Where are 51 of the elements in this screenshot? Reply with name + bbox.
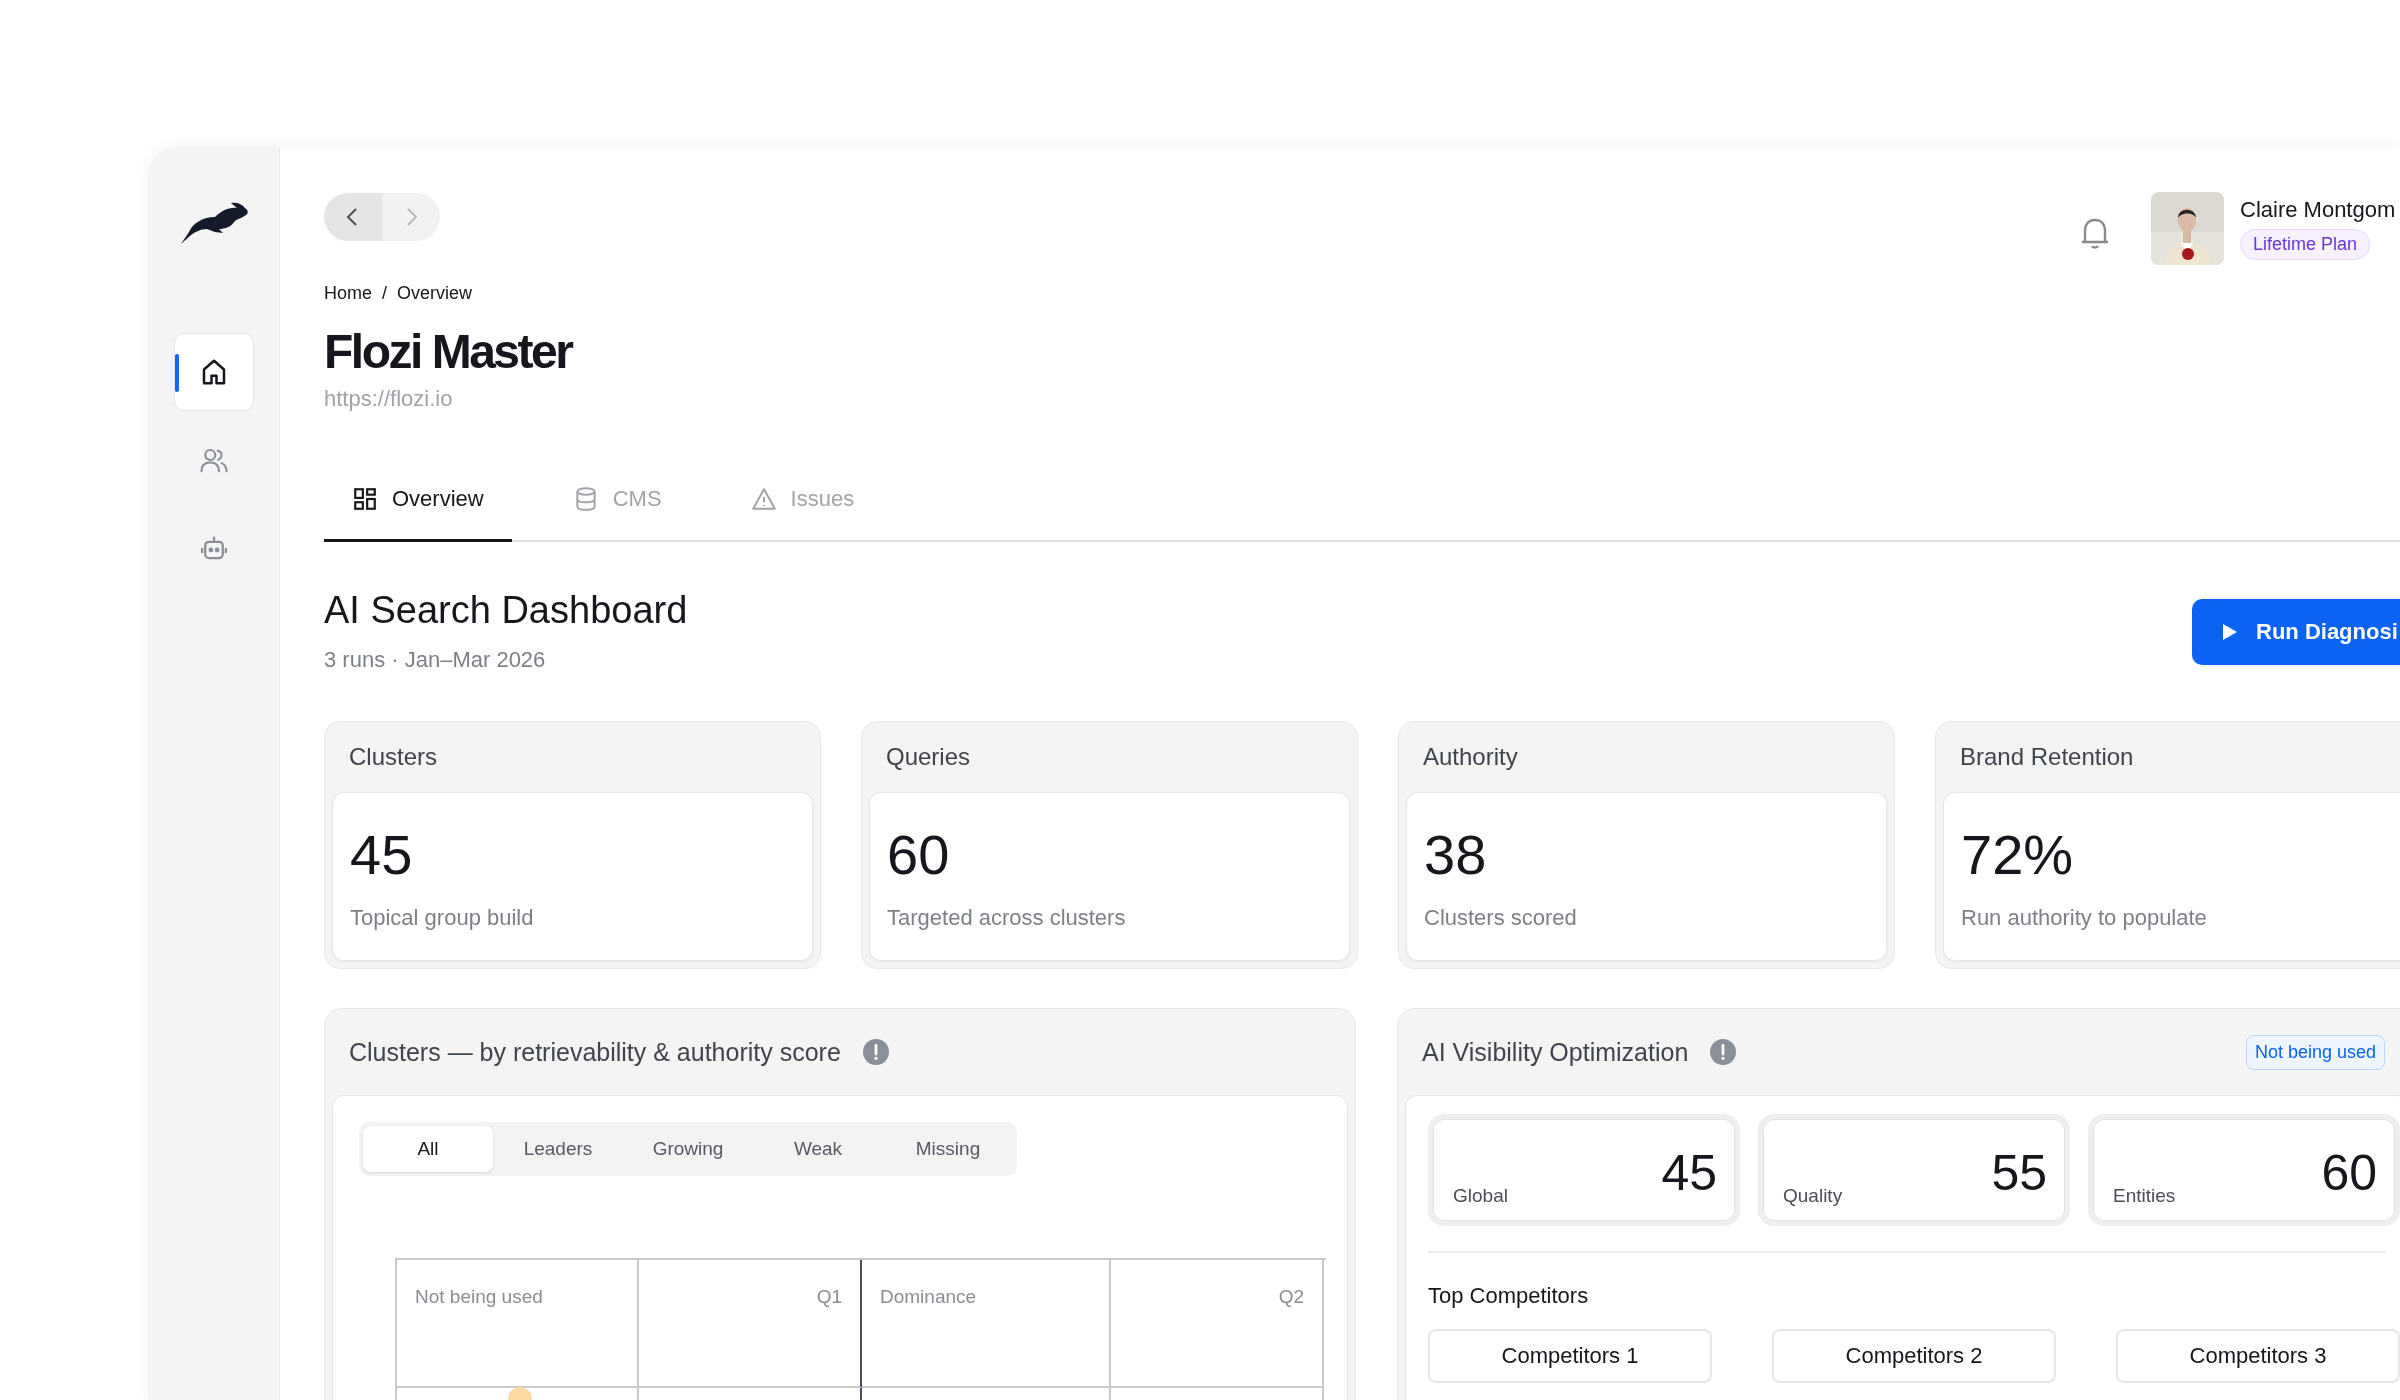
panel-title: Clusters — by retrievability & authority score — [349, 1037, 841, 1067]
competitor-button[interactable]: Competitors 1 — [1428, 1329, 1712, 1383]
metric-value: 60 — [2321, 1145, 2377, 1201]
quadrant-label: Q2 — [1278, 1286, 1304, 1308]
card-title: Brand Retention — [1959, 742, 2135, 772]
panel-title: AI Visibility Optimization — [1422, 1037, 1689, 1067]
stat-value: 38 — [1424, 823, 1488, 887]
section-heading: Top Competitors — [1428, 1283, 1590, 1309]
info-icon[interactable] — [862, 1039, 889, 1065]
metric-label: Entities — [2113, 1185, 2176, 1207]
stat-caption: Run authority to populate — [1961, 905, 2208, 931]
stat-caption: Clusters scored — [1424, 905, 1578, 931]
metric-value: 55 — [1991, 1145, 2047, 1201]
site-title: Flozi Master — [324, 324, 572, 380]
quadrant-label: Dominance — [880, 1286, 977, 1308]
dashboard-subtitle: 3 runs · Jan–Mar 2026 — [324, 647, 547, 673]
metric-label: Global — [1453, 1185, 1508, 1207]
breadcrumb-separator: / — [382, 283, 388, 304]
run-diagnosis-button[interactable]: Run Diagnosi — [2192, 599, 2400, 665]
warning-icon — [750, 485, 777, 512]
dashboard-title: AI Search Dashboard — [324, 588, 688, 633]
home-nav-item[interactable] — [173, 333, 254, 411]
breadcrumb-link[interactable]: Overview — [397, 283, 473, 304]
stat-value: 60 — [887, 823, 951, 887]
stat-caption: Targeted across clusters — [887, 905, 1127, 931]
stat-value: 45 — [350, 823, 414, 887]
breadcrumb-link[interactable]: Home — [324, 283, 372, 304]
filter-tab[interactable]: Missing — [883, 1126, 1013, 1172]
status-badge: Not being used — [2245, 1034, 2385, 1070]
competitor-button[interactable]: Competitors 3 — [2116, 1329, 2400, 1383]
metric-value: 45 — [1661, 1145, 1717, 1201]
tab[interactable]: Overview — [324, 458, 512, 542]
grid-icon — [352, 485, 378, 512]
plan-badge: Lifetime Plan — [2240, 229, 2371, 260]
card-title: Queries — [885, 742, 972, 772]
metric-label: Quality — [1783, 1185, 1843, 1207]
card-title: Clusters — [348, 742, 439, 772]
competitor-button[interactable]: Competitors 2 — [1772, 1329, 2056, 1383]
quadrant-label: Q1 — [816, 1286, 842, 1308]
filter-tab[interactable]: All — [363, 1126, 493, 1172]
info-icon[interactable] — [1710, 1039, 1737, 1065]
play-icon — [2222, 623, 2238, 641]
filter-tab[interactable]: Weak — [753, 1126, 883, 1172]
stat-caption: Topical group build — [350, 905, 535, 931]
filter-tab[interactable]: Growing — [623, 1126, 753, 1172]
card-title: Authority — [1422, 742, 1519, 772]
quadrant-label: Not being used — [415, 1286, 543, 1308]
user-name: Claire Montgom — [2240, 197, 2396, 223]
site-url: https://flozi.io — [324, 386, 453, 412]
stat-value: 72% — [1961, 823, 2075, 887]
filter-tab[interactable]: Leaders — [493, 1126, 623, 1172]
